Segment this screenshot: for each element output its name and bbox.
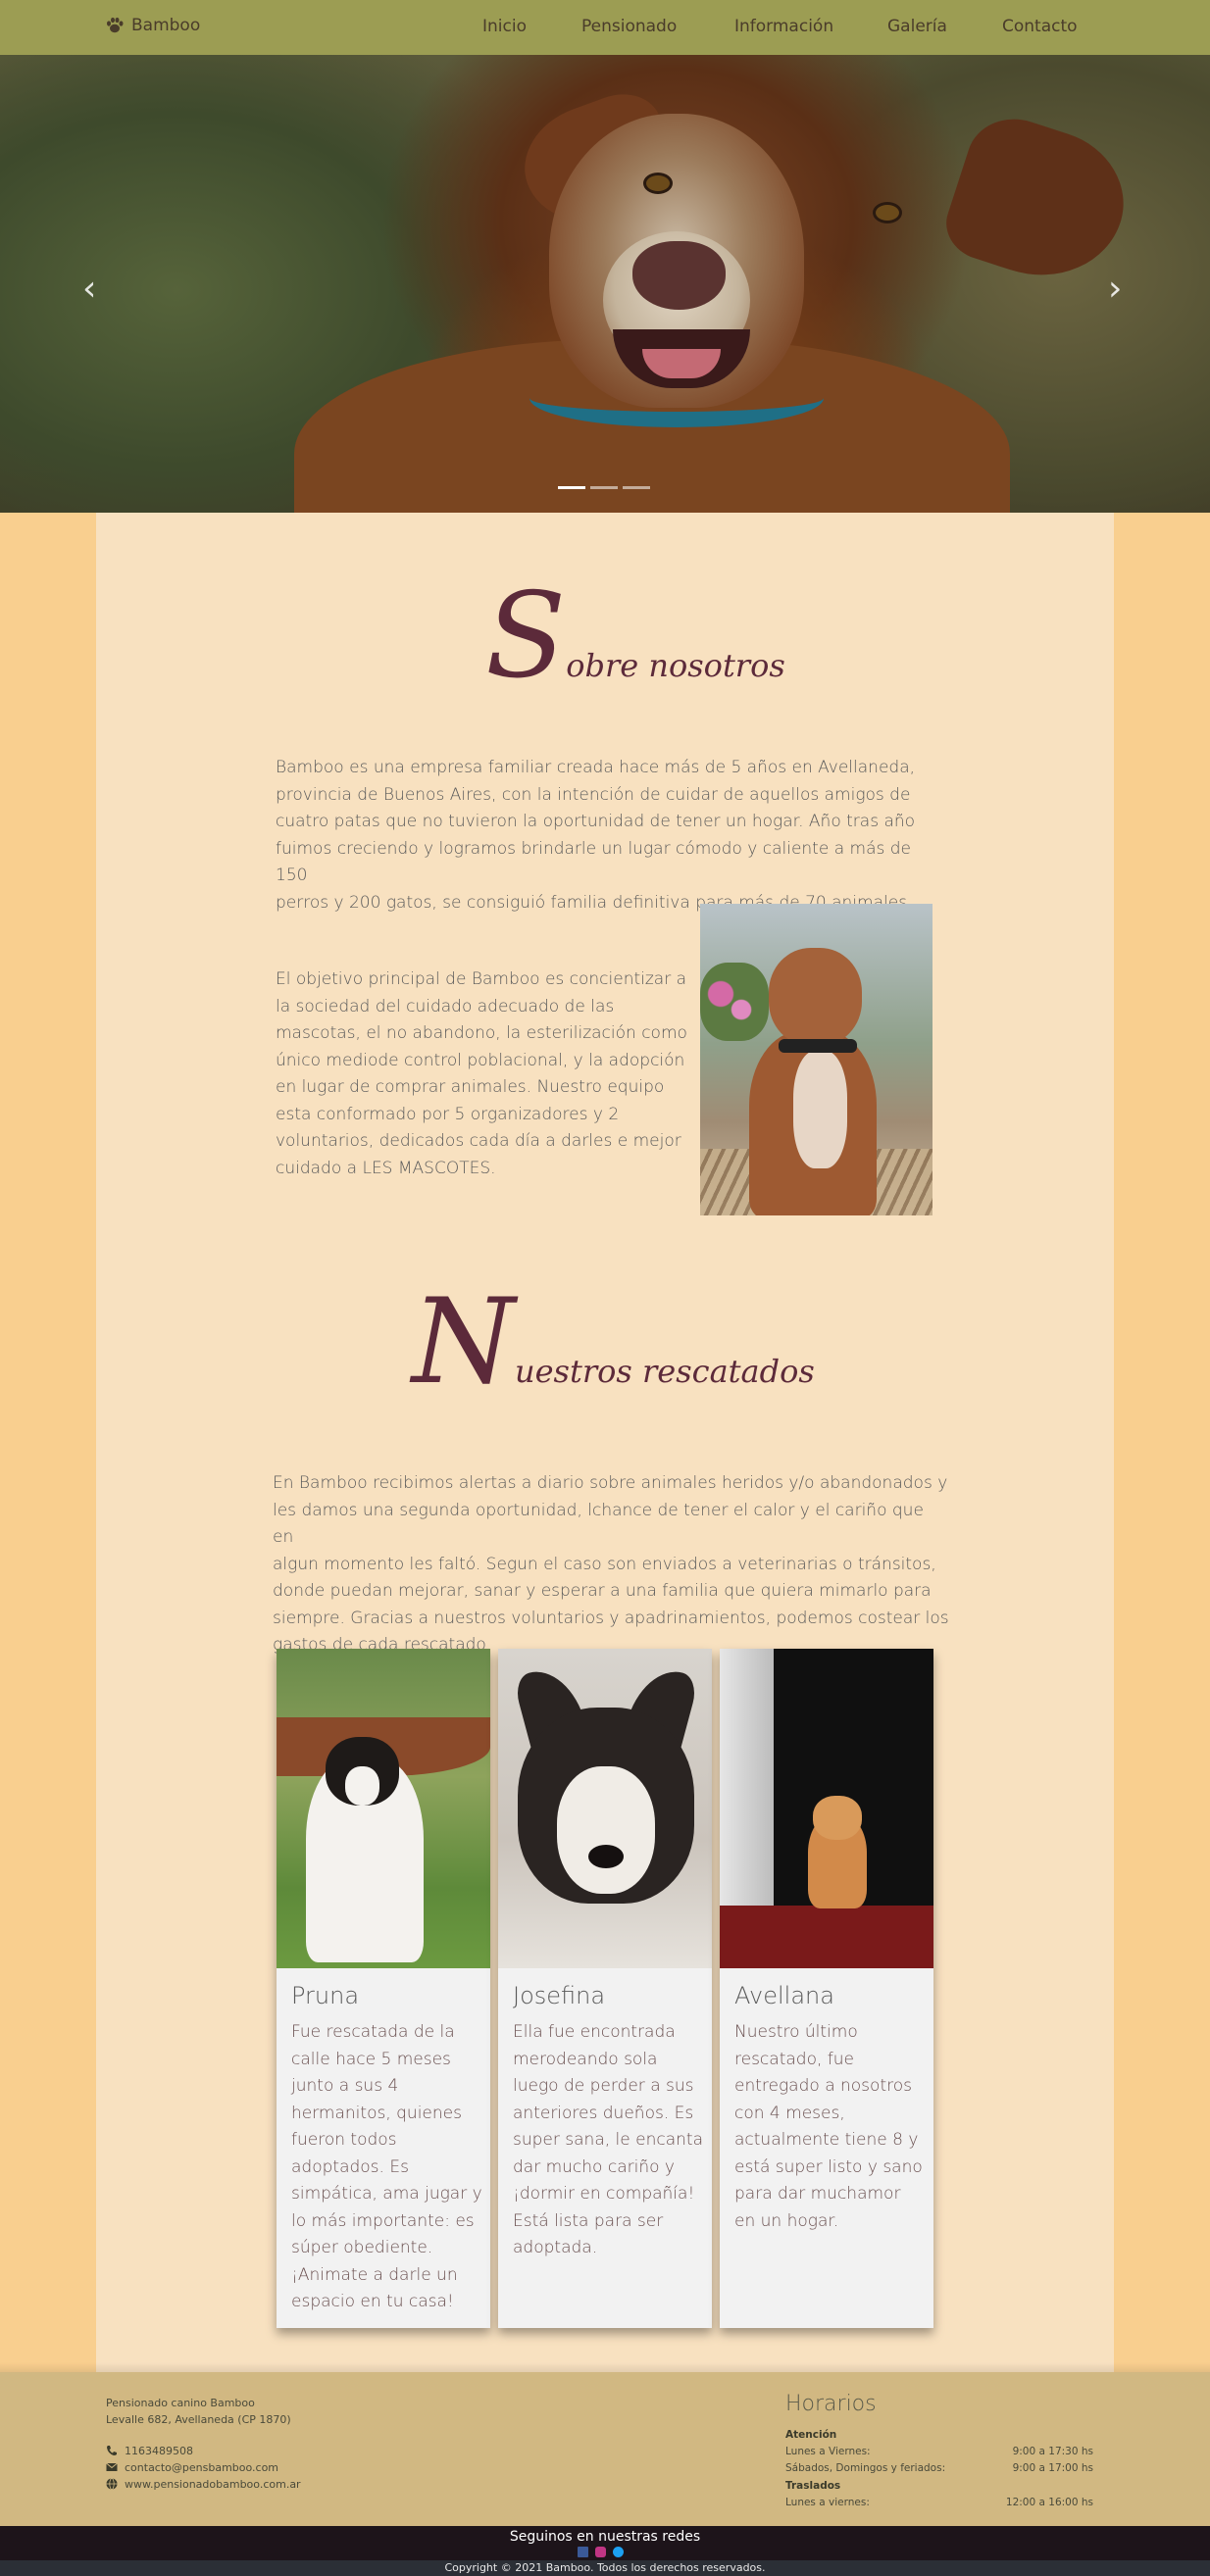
- carousel-prev-button[interactable]: ‹: [82, 269, 96, 309]
- avellana-photo: [720, 1649, 933, 1968]
- instagram-icon[interactable]: [595, 2547, 606, 2557]
- card-text: Nuestro último rescatado, fue entregado …: [734, 2022, 923, 2231]
- phone-icon: [107, 2446, 117, 2455]
- rescued-card-avellana[interactable]: Avellana Nuestro último rescatado, fue e…: [720, 1649, 933, 2328]
- card-title: Pruna: [291, 1982, 360, 2009]
- social-icons: [578, 2547, 624, 2557]
- about-title: Sobre nosotros: [485, 578, 785, 696]
- about-p2-line: esta conformado por 5 organizadores y 2: [276, 1104, 620, 1124]
- about-p1-line: provincia de Buenos Aires, con la intenc…: [276, 784, 911, 805]
- footer-email[interactable]: contacto@pensbamboo.com: [125, 2461, 278, 2474]
- chevron-right-icon: ›: [1108, 269, 1123, 309]
- brand-name: Bamboo: [131, 16, 201, 35]
- rescued-intro-line: les damos una segunda oportunidad, lchan…: [273, 1500, 924, 1548]
- nav-item-contacto[interactable]: Contacto: [1002, 17, 1078, 36]
- hours-time: 9:00 a 17:30 hs: [1012, 2446, 1093, 2457]
- carousel-indicator-2[interactable]: [590, 486, 618, 489]
- carousel-next-button[interactable]: ›: [1108, 269, 1122, 309]
- hours-row: Sábados, Domingos y feriados: 9:00 a 17:…: [785, 2462, 1093, 2474]
- footer-website[interactable]: www.pensionadobamboo.com.ar: [125, 2478, 301, 2491]
- card-title: Avellana: [734, 1982, 834, 2009]
- transfers-label: Traslados: [785, 2480, 841, 2492]
- attention-label: Atención: [785, 2429, 837, 2441]
- about-dog-photo: [700, 904, 933, 1215]
- about-p2-line: en lugar de comprar animales. Nuestro eq…: [276, 1077, 665, 1097]
- about-p1-line: cuatro patas que no tuvieron la oportuni…: [276, 812, 916, 831]
- about-p2-line: cuidado a LES MASCOTES.: [276, 1158, 496, 1178]
- rescued-intro-line: algun momento les faltó. Segun el caso s…: [273, 1554, 936, 1574]
- rescued-intro: En Bamboo recibimos alertas a diario sob…: [273, 1470, 949, 1660]
- nav-item-galeria[interactable]: Galería: [887, 17, 947, 36]
- hours-row: Lunes a Viernes: 9:00 a 17:30 hs: [785, 2446, 1093, 2457]
- rescued-card-josefina[interactable]: Josefina Ella fue encontrada merodeando …: [498, 1649, 712, 2328]
- rescued-intro-line: En Bamboo recibimos alertas a diario sob…: [273, 1473, 948, 1493]
- nav-item-inicio[interactable]: Inicio: [482, 17, 527, 36]
- twitter-icon[interactable]: [613, 2547, 624, 2557]
- footer-address: Levalle 682, Avellaneda (CP 1870): [106, 2413, 291, 2426]
- about-paragraph-1: Bamboo es una empresa familiar creada ha…: [276, 755, 942, 916]
- rescued-intro-line: siempre. Gracias a nuestros voluntarios …: [273, 1608, 949, 1628]
- about-p2-line: mascotas, el no abandono, la esterilizac…: [276, 1023, 687, 1043]
- card-title: Josefina: [513, 1982, 606, 2009]
- hours-title: Horarios: [785, 2392, 877, 2416]
- carousel-indicator-1[interactable]: [558, 486, 585, 489]
- hours-days: Lunes a Viernes:: [785, 2446, 871, 2457]
- nav-item-informacion[interactable]: Información: [734, 17, 833, 36]
- footer-business-name: Pensionado canino Bamboo: [106, 2397, 255, 2409]
- about-p2-line: único mediode control poblacional, y la …: [276, 1050, 685, 1070]
- card-text: Ella fue encontrada merodeando sola lueg…: [513, 2022, 703, 2257]
- hours-time: 12:00 a 16:00 hs: [1005, 2497, 1093, 2508]
- copyright-text: Copyright © 2021 Bamboo. Todos los derec…: [444, 2561, 766, 2574]
- chevron-left-icon: ‹: [82, 269, 97, 309]
- about-title-initial: S: [485, 569, 567, 705]
- carousel-indicators: [558, 486, 650, 489]
- navbar: Bamboo Inicio Pensionado Información Gal…: [0, 0, 1210, 55]
- card-text: Fue rescatada de la calle hace 5 meses j…: [291, 2022, 482, 2311]
- rescued-title-initial: N: [412, 1274, 515, 1411]
- facebook-icon[interactable]: [578, 2547, 588, 2557]
- hours-days: Lunes a viernes:: [785, 2497, 870, 2508]
- envelope-icon: [106, 2462, 118, 2471]
- social-title: Seguinos en nuestras redes: [509, 2529, 701, 2545]
- about-p2-line: voluntarios, dedicados cada día a darles…: [276, 1131, 681, 1151]
- footer-phone[interactable]: 1163489508: [125, 2445, 193, 2457]
- nav-item-pensionado[interactable]: Pensionado: [581, 17, 677, 36]
- hours-days: Sábados, Domingos y feriados:: [785, 2462, 946, 2474]
- about-p1-line: Bamboo es una empresa familiar creada ha…: [276, 758, 916, 777]
- josefina-photo: [498, 1649, 712, 1968]
- about-title-rest: obre nosotros: [566, 647, 785, 684]
- rescued-title-rest: uestros rescatados: [515, 1353, 815, 1390]
- about-p2-line: El objetivo principal de Bamboo es conci…: [276, 969, 687, 989]
- hero-carousel: ‹ ›: [0, 55, 1210, 513]
- hours-row: Lunes a viernes: 12:00 a 16:00 hs: [785, 2497, 1093, 2508]
- brand-link[interactable]: Bamboo: [105, 16, 200, 35]
- pruna-photo: [277, 1649, 490, 1968]
- globe-icon: [106, 2478, 118, 2490]
- paw-icon: [107, 17, 124, 33]
- hours-time: 9:00 a 17:00 hs: [1012, 2462, 1093, 2474]
- about-p2-line: la sociedad del cuidado adecuado de las: [276, 996, 615, 1016]
- rescued-card-pruna[interactable]: Pruna Fue rescatada de la calle hace 5 m…: [277, 1649, 490, 2328]
- rescued-intro-line: donde puedan mejorar, sanar y esperar a …: [273, 1581, 932, 1601]
- about-paragraph-2: El objetivo principal de Bamboo es conci…: [276, 966, 687, 1182]
- carousel-indicator-3[interactable]: [623, 486, 650, 489]
- rescued-title: Nuestros rescatados: [412, 1284, 815, 1402]
- about-p1-line: fuimos creciendo y logramos brindarle un…: [276, 838, 912, 886]
